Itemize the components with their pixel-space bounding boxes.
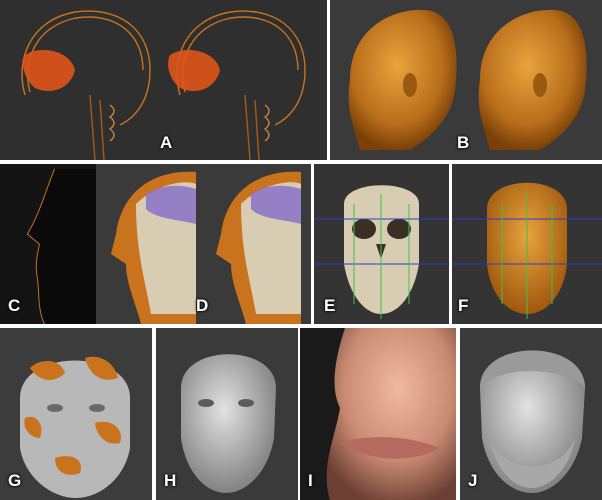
face-frontal-landmarks-icon xyxy=(452,182,602,319)
panel-label: B xyxy=(457,133,470,152)
panel-a: A xyxy=(0,0,327,160)
skin-texture-closeup-icon xyxy=(326,328,456,500)
panel-label: E xyxy=(324,296,336,315)
panel-label: A xyxy=(160,133,173,152)
head-sculpt-patches-icon xyxy=(20,356,130,498)
head-sculpt-gray-icon xyxy=(181,354,276,493)
panel-i: I xyxy=(300,328,456,500)
panel-label: I xyxy=(308,471,313,490)
figure-grid: A B C D E F G H I J xyxy=(0,0,602,500)
head-sculpt-hair-beard-icon xyxy=(480,350,585,493)
panel-label: G xyxy=(8,471,22,490)
panel-label: D xyxy=(196,296,209,315)
panel-h: H xyxy=(156,328,298,500)
panel-label: J xyxy=(468,471,478,490)
panel-j: J xyxy=(460,328,602,500)
panel-label: F xyxy=(458,296,469,315)
panel-b: B xyxy=(330,0,602,160)
panel-g: G xyxy=(0,328,152,500)
panel-e: E xyxy=(314,164,449,324)
panel-label: C xyxy=(8,296,21,315)
panel-d: D xyxy=(96,164,311,324)
panel-label: H xyxy=(164,471,177,490)
panel-c: C xyxy=(0,164,96,324)
panel-f: F xyxy=(452,164,602,324)
